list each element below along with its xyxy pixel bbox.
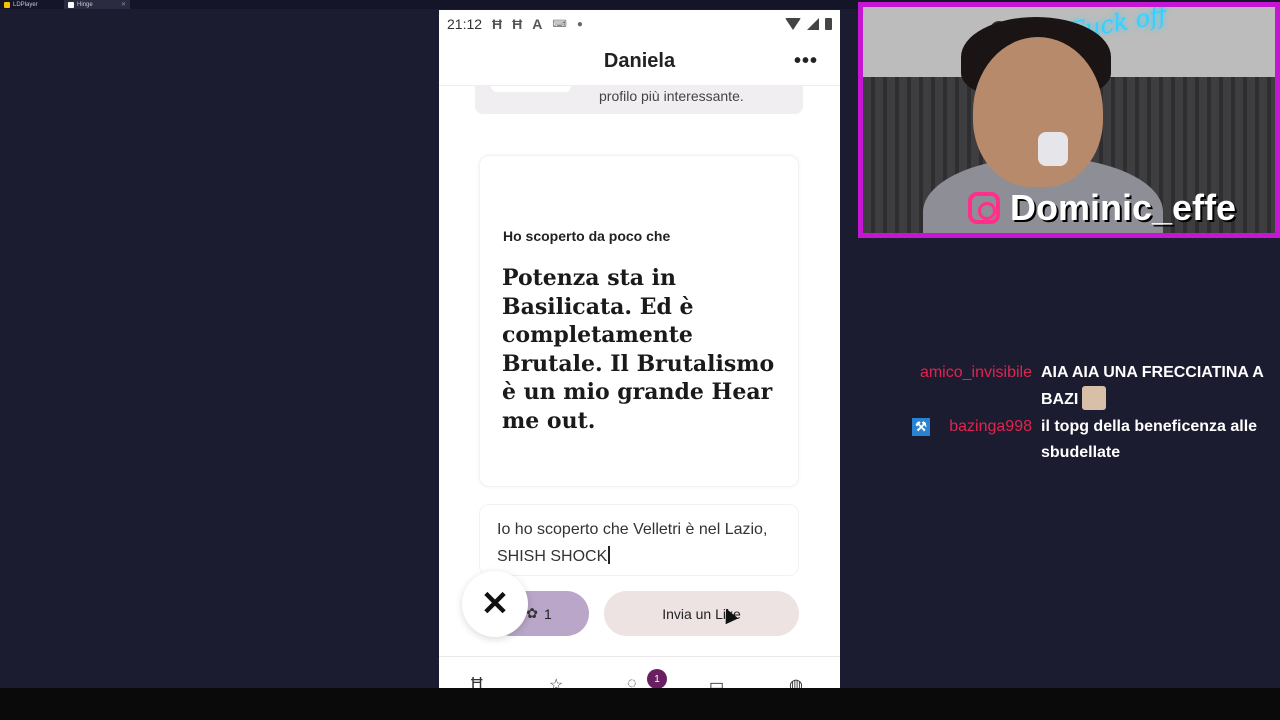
matches-icon[interactable]: ▭ — [709, 675, 724, 688]
rose-count: 1 — [543, 605, 552, 622]
host-tab-label: LDPlayer — [13, 1, 38, 8]
instagram-icon — [968, 192, 1000, 224]
hinge-home-icon[interactable]: Ħ — [471, 675, 483, 688]
status-time: 21:12 — [447, 16, 483, 32]
chat-icon[interactable]: ◌ — [627, 675, 637, 688]
prompt-card: Ho scoperto da poco che Potenza sta in B… — [479, 155, 799, 487]
cell-signal-icon — [807, 18, 819, 30]
chat-username[interactable]: amico_invisibile — [897, 360, 1032, 386]
host-tab-label: Hinge — [77, 1, 93, 8]
hinge-notification-icon: Ħ — [512, 16, 523, 32]
rose-icon: ✿ — [526, 605, 538, 621]
close-icon[interactable]: ✕ — [462, 571, 528, 637]
chat-text: AIA AIA UNA FRECCIATINA A BAZI — [1041, 364, 1264, 408]
previous-card-chip — [491, 86, 571, 92]
previous-card-text: profilo più interessante. — [599, 88, 744, 104]
prompt-answer: Potenza sta in Basilicata. Ed è completa… — [502, 265, 775, 434]
hammer-badge-icon: ⚒ — [912, 418, 930, 436]
face-emote-icon — [1082, 386, 1107, 410]
font-icon: A — [532, 16, 543, 32]
chat-username[interactable]: bazinga998 — [932, 414, 1032, 440]
microphone-icon — [1038, 132, 1068, 166]
keyboard-icon: ⌨ — [552, 18, 567, 30]
profile-name: Daniela — [603, 50, 676, 72]
profile-avatar-icon[interactable]: ◍ — [789, 675, 803, 688]
profile-header: Daniela ••• — [439, 38, 840, 86]
streamer-handle: Dominic_effe — [1010, 187, 1237, 228]
status-bar: 21:12 Ħ Ħ A ⌨ ● — [439, 10, 840, 38]
hinge-notification-icon: Ħ — [492, 16, 503, 32]
webcam-overlay: Fuck off Dominic_effe — [858, 2, 1280, 238]
streamer-face — [973, 37, 1103, 187]
phone-screen: 21:12 Ħ Ħ A ⌨ ● Daniela ••• profilo più … — [439, 10, 840, 688]
host-tab-hinge[interactable]: Hinge ✕ — [64, 0, 130, 9]
ldplayer-icon — [4, 1, 10, 8]
host-tab-ldplayer[interactable]: LDPlayer — [0, 0, 62, 9]
bottom-black-bar — [0, 688, 1280, 720]
chat-text: il topg della beneficenza alle sbudellat… — [1041, 418, 1258, 461]
previous-prompt-card: profilo più interessante. — [475, 86, 803, 114]
comment-text: Io ho scoperto che Velletri è nel Lazio,… — [497, 521, 768, 565]
send-like-button[interactable]: Invia un Like — [604, 591, 799, 636]
hinge-app-icon — [68, 1, 74, 8]
wifi-icon — [785, 18, 801, 30]
tab-close-icon[interactable]: ✕ — [121, 1, 126, 8]
comment-input[interactable]: Io ho scoperto che Velletri è nel Lazio,… — [479, 504, 799, 576]
text-caret — [608, 545, 611, 564]
chat-badge: 1 — [647, 669, 667, 688]
star-icon[interactable]: ☆ — [549, 675, 563, 688]
prompt-question: Ho scoperto da poco che — [503, 228, 671, 244]
more-dots-icon[interactable]: ••• — [794, 50, 818, 73]
bottom-nav: Ħ ☆ ◌ 1 ▭ ◍ — [439, 656, 840, 688]
dot-icon: ● — [576, 18, 583, 30]
battery-icon — [825, 18, 832, 30]
